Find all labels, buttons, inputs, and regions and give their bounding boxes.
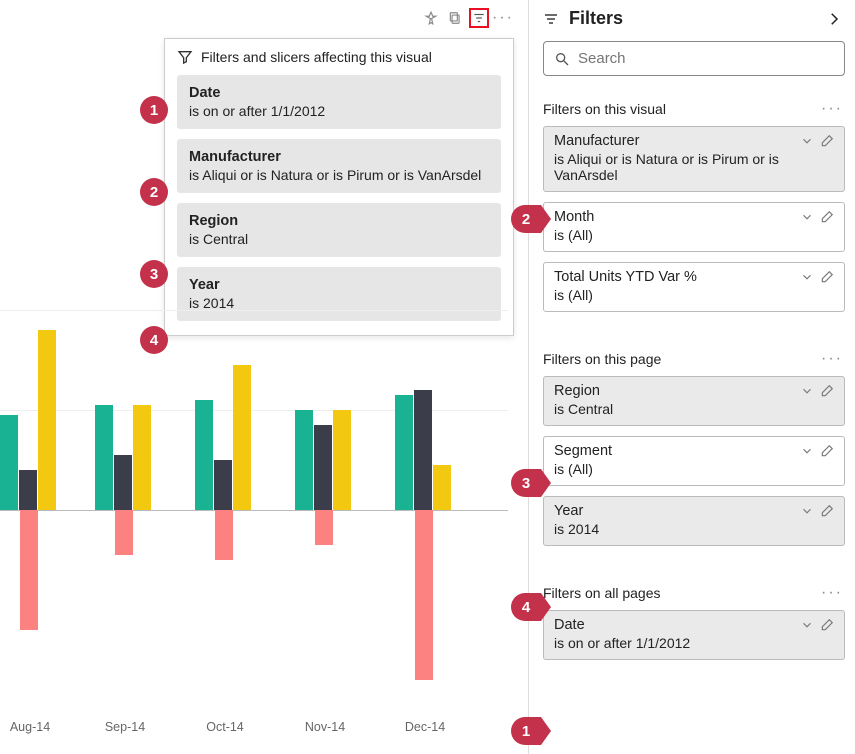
chevron-down-icon[interactable] — [800, 210, 814, 224]
popup-title: Filters and slicers affecting this visua… — [201, 49, 432, 65]
eraser-icon[interactable] — [820, 134, 834, 148]
chevron-down-icon[interactable] — [800, 444, 814, 458]
chevron-down-icon[interactable] — [800, 134, 814, 148]
filter-card-manufacturer[interactable]: Manufacturer is Aliqui or is Natura or i… — [543, 126, 845, 192]
filters-title: Filters — [569, 8, 623, 29]
callout-pointer-3: 3 — [511, 469, 541, 497]
section-filters-all-pages: Filters on all pages ··· — [543, 584, 843, 602]
eraser-icon[interactable] — [820, 384, 834, 398]
chevron-down-icon[interactable] — [800, 384, 814, 398]
callout-badge-3: 3 — [140, 260, 168, 288]
popup-filter-date: Date is on or after 1/1/2012 — [177, 75, 501, 129]
filter-card-month[interactable]: Month is (All) — [543, 202, 845, 252]
eraser-icon[interactable] — [820, 210, 834, 224]
more-icon[interactable]: ··· — [821, 350, 843, 368]
section-filters-page: Filters on this page ··· — [543, 350, 843, 368]
filter-card-date[interactable]: Date is on or after 1/1/2012 — [543, 610, 845, 660]
callout-badge-1: 1 — [140, 96, 168, 124]
funnel-icon — [177, 49, 193, 65]
callout-pointer-1: 1 — [511, 717, 541, 745]
section-filters-visual: Filters on this visual ··· — [543, 100, 843, 118]
filters-popup: Filters and slicers affecting this visua… — [164, 38, 514, 336]
popup-filter-region: Region is Central — [177, 203, 501, 257]
chevron-down-icon[interactable] — [800, 618, 814, 632]
chevron-down-icon[interactable] — [800, 270, 814, 284]
eraser-icon[interactable] — [820, 618, 834, 632]
eraser-icon[interactable] — [820, 504, 834, 518]
pin-icon[interactable] — [421, 8, 441, 28]
eraser-icon[interactable] — [820, 444, 834, 458]
filter-icon[interactable] — [469, 8, 489, 28]
callout-pointer-4: 4 — [511, 593, 541, 621]
search-input[interactable] — [543, 41, 845, 76]
filter-card-region[interactable]: Region is Central — [543, 376, 845, 426]
filters-pane-header: Filters — [529, 0, 855, 37]
popup-filter-manufacturer: Manufacturer is Aliqui or is Natura or i… — [177, 139, 501, 193]
eraser-icon[interactable] — [820, 270, 834, 284]
bar-chart[interactable]: Aug-14 Sep-14 Oct-14 Nov-14 Dec-14 — [0, 300, 528, 750]
filter-lines-icon — [543, 11, 559, 27]
more-icon[interactable]: ··· — [493, 8, 513, 28]
callout-pointer-2: 2 — [511, 205, 541, 233]
callout-badge-2: 2 — [140, 178, 168, 206]
filters-pane: Filters Filters on this visual ··· Manuf… — [528, 0, 855, 754]
copy-icon[interactable] — [445, 8, 465, 28]
more-icon[interactable]: ··· — [821, 100, 843, 118]
more-icon[interactable]: ··· — [821, 584, 843, 602]
chevron-right-icon[interactable] — [825, 10, 843, 28]
filter-card-total-units[interactable]: Total Units YTD Var % is (All) — [543, 262, 845, 312]
visual-toolbar: ··· — [421, 8, 513, 28]
filter-card-year[interactable]: Year is 2014 — [543, 496, 845, 546]
chart-visual: ··· Filters and slicers affecting this v… — [0, 0, 528, 754]
search-icon — [554, 51, 570, 67]
filter-card-segment[interactable]: Segment is (All) — [543, 436, 845, 486]
chevron-down-icon[interactable] — [800, 504, 814, 518]
